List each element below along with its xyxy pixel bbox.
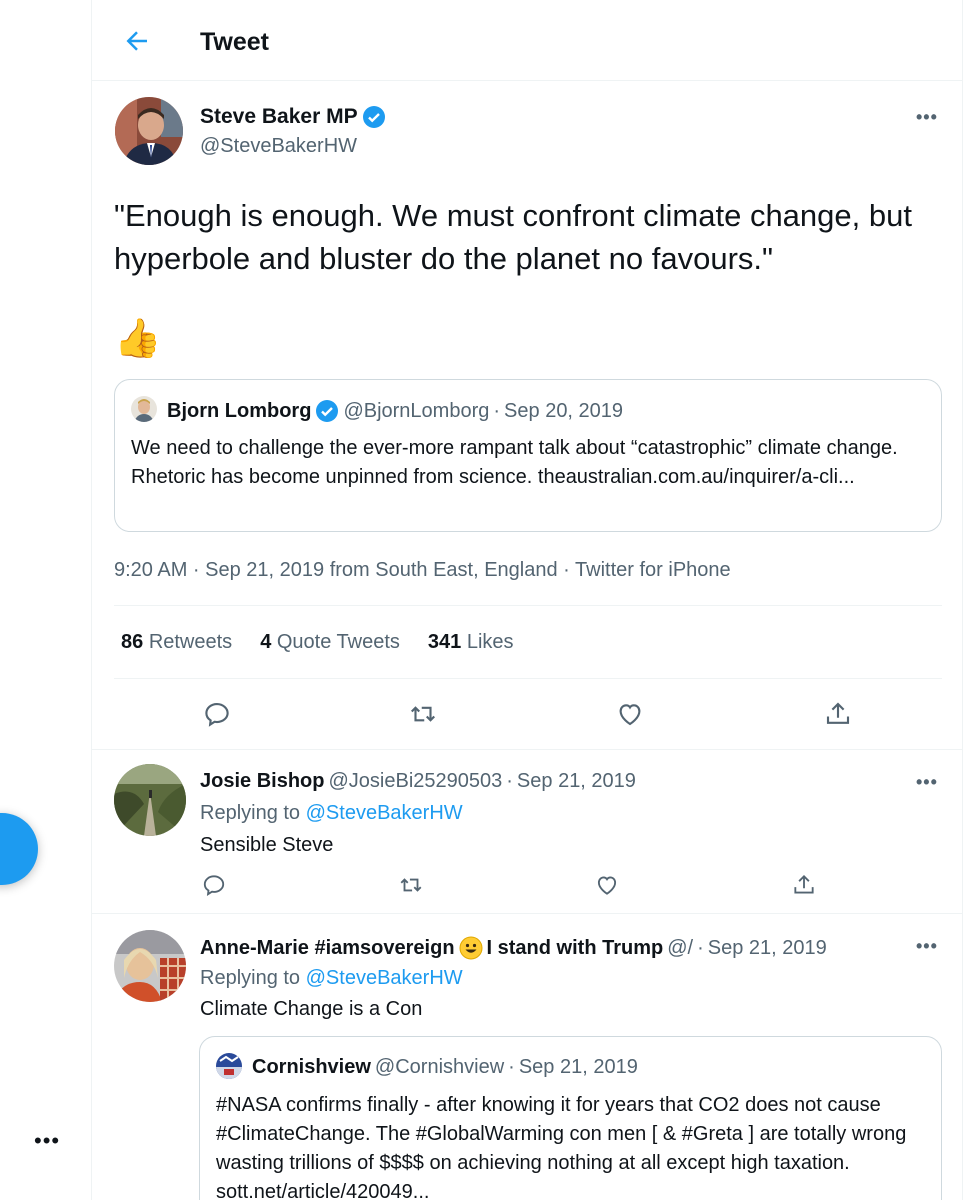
retweet-icon[interactable] [398,872,424,898]
tweet-detail-column: Tweet Steve Baker MP @SteveBakerHW ••• "… [91,0,963,1200]
quoted-tweet-header: Cornishview @Cornishview · Sep 21, 2019 [252,1056,638,1079]
more-icon[interactable]: ••• [916,936,938,957]
reply-author-handle[interactable]: @/ [667,937,693,960]
quotes-label: Quote Tweets [276,631,400,653]
more-icon[interactable]: ••• [916,772,938,793]
reply-date[interactable]: Sep 21, 2019 [517,770,636,793]
quoted-tweet-header: Bjorn Lomborg @BjornLomborg · Sep 20, 20… [167,399,623,423]
quoted-author-handle: @Cornishview [374,1056,505,1078]
reply-tweet[interactable]: Josie Bishop @JosieBi25290503 · Sep 21, … [92,750,962,913]
quoted-date: Sep 21, 2019 [518,1056,638,1078]
replying-to-link[interactable]: @SteveBakerHW [306,967,463,989]
tweet-actions [92,699,962,731]
retweets-count: 86 [121,631,144,653]
tweet-metadata: 9:20 AM · Sep 21, 2019 from South East, … [114,559,731,581]
likes-stat[interactable]: 341 Likes [428,631,514,654]
quote-tweets-stat[interactable]: 4 Quote Tweets [260,631,400,654]
quoted-author-handle: @BjornLomborg [343,399,490,422]
reply-header: Anne-Marie #iamsovereign I stand with Tr… [200,936,827,960]
quoted-tweet-text: #NASA confirms finally - after knowing i… [216,1094,907,1200]
more-icon[interactable]: ••• [916,107,938,128]
thumbs-up-emoji: 👍 [114,318,162,360]
avatar[interactable] [114,930,186,1002]
like-icon[interactable] [615,699,645,729]
quoted-tweet-text: We need to challenge the ever-more rampa… [131,437,898,488]
page-title: Tweet [200,28,269,56]
replying-to: Replying to @SteveBakerHW [200,802,463,825]
reply-text: Sensible Steve [200,834,334,856]
replying-to-label: Replying to [200,967,301,989]
reply-author-name-suffix: I stand with Trump [486,936,664,959]
smiley-emoji-icon [459,936,483,960]
like-icon[interactable] [594,872,620,898]
back-arrow-icon[interactable] [122,26,152,56]
avatar [131,396,157,422]
reply-icon[interactable] [202,699,232,729]
reply-date[interactable]: Sep 21, 2019 [708,937,827,960]
quotes-count: 4 [260,631,272,653]
reply-actions [92,872,962,900]
retweet-icon[interactable] [408,699,438,729]
avatar[interactable] [115,97,183,165]
tweet-stats: 86 Retweets 4 Quote Tweets 341 Likes [121,631,514,654]
more-menu-icon[interactable]: ••• [34,1130,60,1152]
reply-author-name[interactable]: Josie Bishop [200,770,324,793]
replying-to-link[interactable]: @SteveBakerHW [306,802,463,824]
reply-author-name[interactable]: Anne-Marie #iamsovereign [200,937,455,960]
retweets-stat[interactable]: 86 Retweets [121,631,232,654]
share-icon[interactable] [791,872,817,898]
reply-header: Josie Bishop @JosieBi25290503 · Sep 21, … [200,770,636,793]
retweets-label: Retweets [148,631,233,653]
separator: · [508,1056,515,1078]
separator: · [697,936,704,959]
likes-count: 341 [427,631,462,653]
replying-to-label: Replying to [200,802,301,824]
header: Tweet [92,0,962,81]
quoted-author-name: Cornishview [252,1056,371,1078]
quoted-date: Sep 20, 2019 [504,399,624,422]
avatar [216,1053,242,1079]
separator: · [493,399,501,422]
tweet-text: "Enough is enough. We must confront clim… [114,198,912,276]
reply-author-handle[interactable]: @JosieBi25290503 [328,770,502,793]
reply-text: Climate Change is a Con [200,998,423,1020]
compose-tweet-button[interactable] [0,813,38,885]
reply-icon[interactable] [201,872,227,898]
left-rail: ••• [0,0,91,1200]
quoted-tweet[interactable]: Cornishview @Cornishview · Sep 21, 2019 … [199,1036,942,1200]
likes-label: Likes [466,631,514,653]
avatar[interactable] [114,764,186,836]
divider [114,605,942,606]
author-handle[interactable]: @SteveBakerHW [200,135,357,158]
replying-to: Replying to @SteveBakerHW [200,967,463,990]
verified-badge-icon [315,399,339,423]
share-icon[interactable] [823,699,853,729]
author-name-label: Steve Baker MP [200,105,358,128]
quoted-tweet[interactable]: Bjorn Lomborg @BjornLomborg · Sep 20, 20… [114,379,942,532]
divider [114,678,942,679]
author-name[interactable]: Steve Baker MP [200,105,386,129]
separator: · [506,770,513,792]
verified-badge-icon [362,105,386,129]
quoted-author-name: Bjorn Lomborg [167,399,312,422]
